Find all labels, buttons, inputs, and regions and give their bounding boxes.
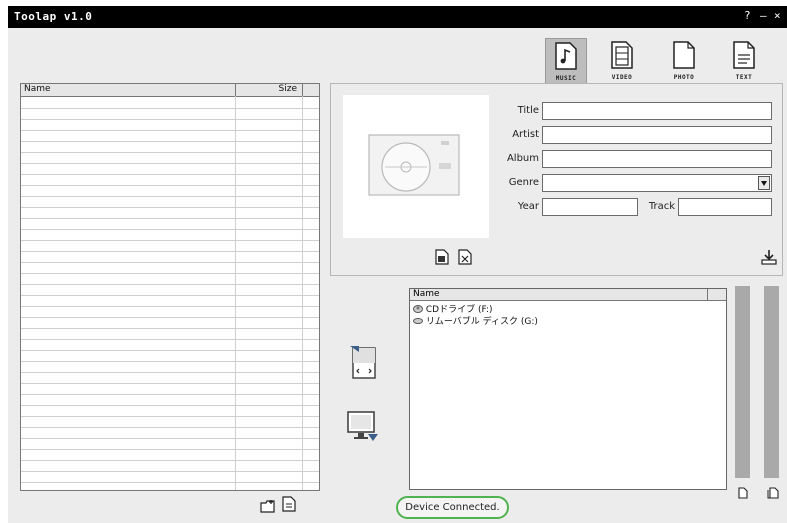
year-field[interactable]: [542, 198, 638, 216]
table-row[interactable]: [21, 471, 319, 483]
media-photo-button[interactable]: PHOTO: [663, 38, 705, 84]
file-list[interactable]: Name Size: [20, 83, 320, 491]
column-divider: [302, 96, 303, 490]
title-field[interactable]: [542, 102, 772, 120]
genre-label: Genre: [508, 177, 539, 188]
status-indicator: Device Connected.: [396, 496, 509, 519]
new-file-icon[interactable]: [738, 484, 748, 503]
media-text-button[interactable]: TEXT: [723, 38, 765, 84]
device-item-removable-disk[interactable]: リムーバブル ディスク (G:): [413, 314, 538, 328]
media-text-label: TEXT: [735, 74, 753, 81]
copy-file-icon[interactable]: [767, 484, 779, 503]
album-art-box[interactable]: [343, 95, 489, 238]
column-separator: [707, 289, 708, 300]
close-button[interactable]: ×: [774, 9, 781, 22]
status-text: Device Connected.: [405, 502, 500, 513]
cd-case-icon: [368, 134, 460, 196]
send-to-device-icon[interactable]: [348, 344, 378, 384]
free-space-bar: [764, 286, 779, 478]
track-field[interactable]: [678, 198, 772, 216]
text-document-icon: [733, 41, 755, 69]
artist-label: Artist: [512, 129, 539, 140]
device-name-header[interactable]: Name: [413, 289, 440, 299]
media-video-label: VIDEO: [611, 74, 633, 81]
add-folder-icon[interactable]: [260, 498, 276, 517]
column-size-header[interactable]: Size: [237, 84, 297, 94]
device-tree[interactable]: Name CDドライブ (F:) リムーバブル ディスク (G:): [409, 288, 727, 490]
device-capacity-bar: [735, 286, 750, 478]
title-label: Title: [517, 105, 539, 116]
track-label: Track: [648, 201, 675, 212]
album-label: Album: [506, 153, 539, 164]
device-tree-header: Name: [410, 289, 726, 301]
add-file-icon[interactable]: [282, 496, 296, 516]
removable-disk-icon: [413, 316, 423, 328]
help-button[interactable]: ?: [744, 9, 751, 22]
artist-field[interactable]: [542, 126, 772, 144]
media-music-label: MUSIC: [555, 75, 577, 82]
window-title: Toolap v1.0: [14, 10, 93, 23]
main-window: MUSIC VIDEO PHOTO TEXT Name Size Title A…: [8, 28, 787, 523]
column-separator: [235, 84, 236, 96]
video-film-icon: [611, 41, 633, 69]
genre-dropdown-arrow[interactable]: [758, 176, 770, 190]
device-item-label: リムーバブル ディスク (G:): [425, 317, 538, 327]
year-label: Year: [517, 201, 539, 212]
music-note-icon: [555, 42, 577, 70]
tag-panel: Title Artist Album Genre Year Track: [330, 83, 783, 276]
column-divider: [235, 96, 236, 490]
app-root: Toolap v1.0 ? – × MUSIC VIDEO PHOTO TEXT…: [0, 0, 787, 523]
media-music-button[interactable]: MUSIC: [545, 38, 587, 84]
minimize-button[interactable]: –: [760, 9, 767, 22]
file-list-header: Name Size: [21, 84, 319, 97]
album-field[interactable]: [542, 150, 772, 168]
send-to-pc-icon[interactable]: [346, 410, 380, 448]
edit-tag-icon[interactable]: [435, 249, 449, 269]
genre-select[interactable]: [542, 174, 772, 192]
column-name-header[interactable]: Name: [24, 84, 51, 94]
photo-icon: [673, 41, 695, 69]
title-bar[interactable]: Toolap v1.0 ? – ×: [8, 6, 787, 28]
clear-tag-icon[interactable]: [458, 249, 472, 269]
media-video-button[interactable]: VIDEO: [601, 38, 643, 84]
media-photo-label: PHOTO: [673, 74, 695, 81]
save-tag-icon[interactable]: [761, 249, 777, 269]
column-separator: [302, 84, 303, 96]
